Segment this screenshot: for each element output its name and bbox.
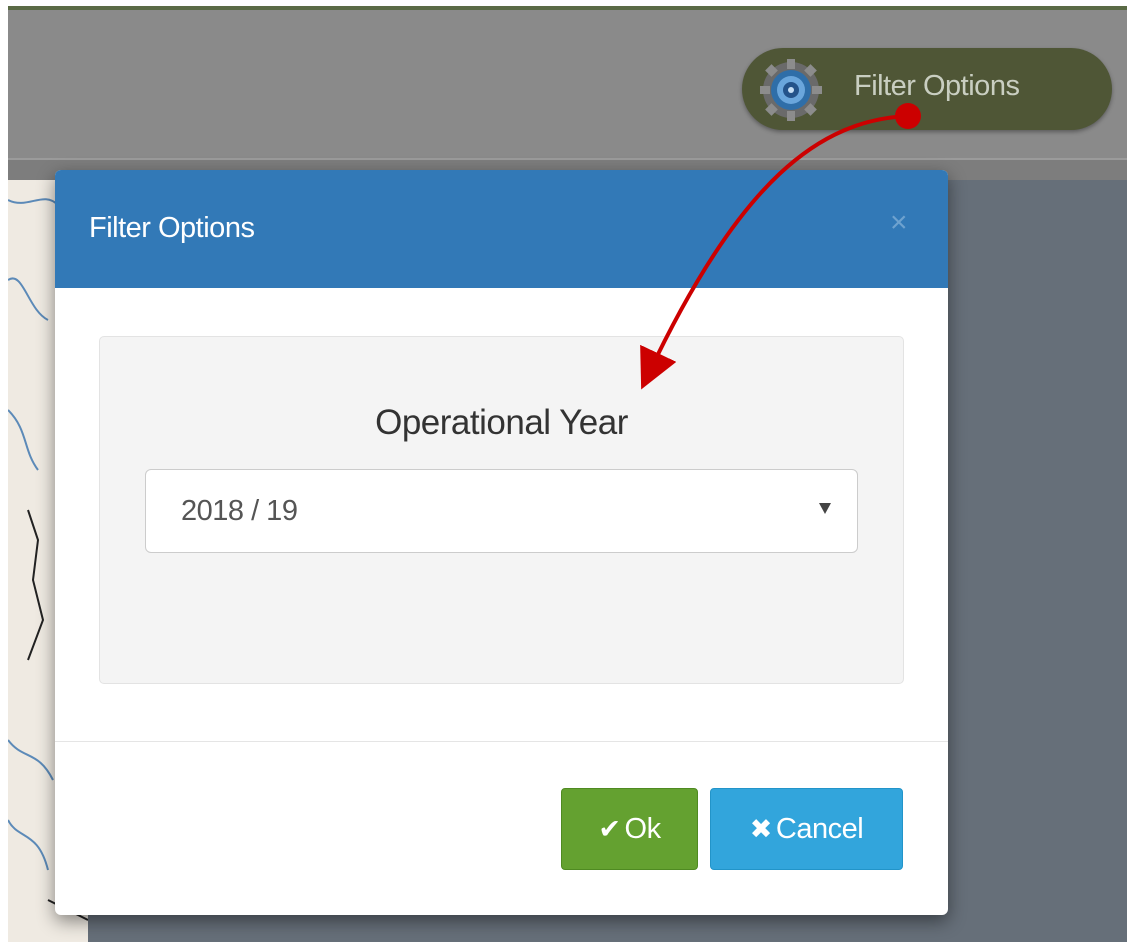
gear-icon[interactable] — [758, 57, 824, 123]
ok-button[interactable]: ✔ Ok — [561, 788, 698, 870]
header-top-border — [8, 6, 1127, 10]
footer-divider — [55, 741, 948, 742]
modal-header: Filter Options × — [55, 170, 948, 288]
operational-year-label: Operational Year — [375, 403, 628, 442]
cancel-button-label: Cancel — [775, 812, 864, 845]
modal-title: Filter Options — [89, 212, 255, 244]
filter-options-label: Filter Options — [854, 70, 1020, 102]
caret-down-icon — [819, 503, 831, 514]
cancel-button[interactable]: ✖ Cancel — [710, 788, 903, 870]
ok-button-label: Ok — [624, 812, 662, 845]
close-icon[interactable]: × — [890, 208, 908, 238]
filter-panel: Operational Year 2018 / 19 — [99, 336, 904, 684]
operational-year-select[interactable]: 2018 / 19 — [145, 469, 858, 553]
left-page-border — [0, 0, 8, 942]
checkmark-icon: ✔ — [598, 813, 621, 845]
filter-options-modal: Filter Options × Operational Year 2018 /… — [55, 170, 948, 915]
select-value: 2018 / 19 — [181, 495, 298, 527]
x-icon: ✖ — [749, 813, 773, 845]
